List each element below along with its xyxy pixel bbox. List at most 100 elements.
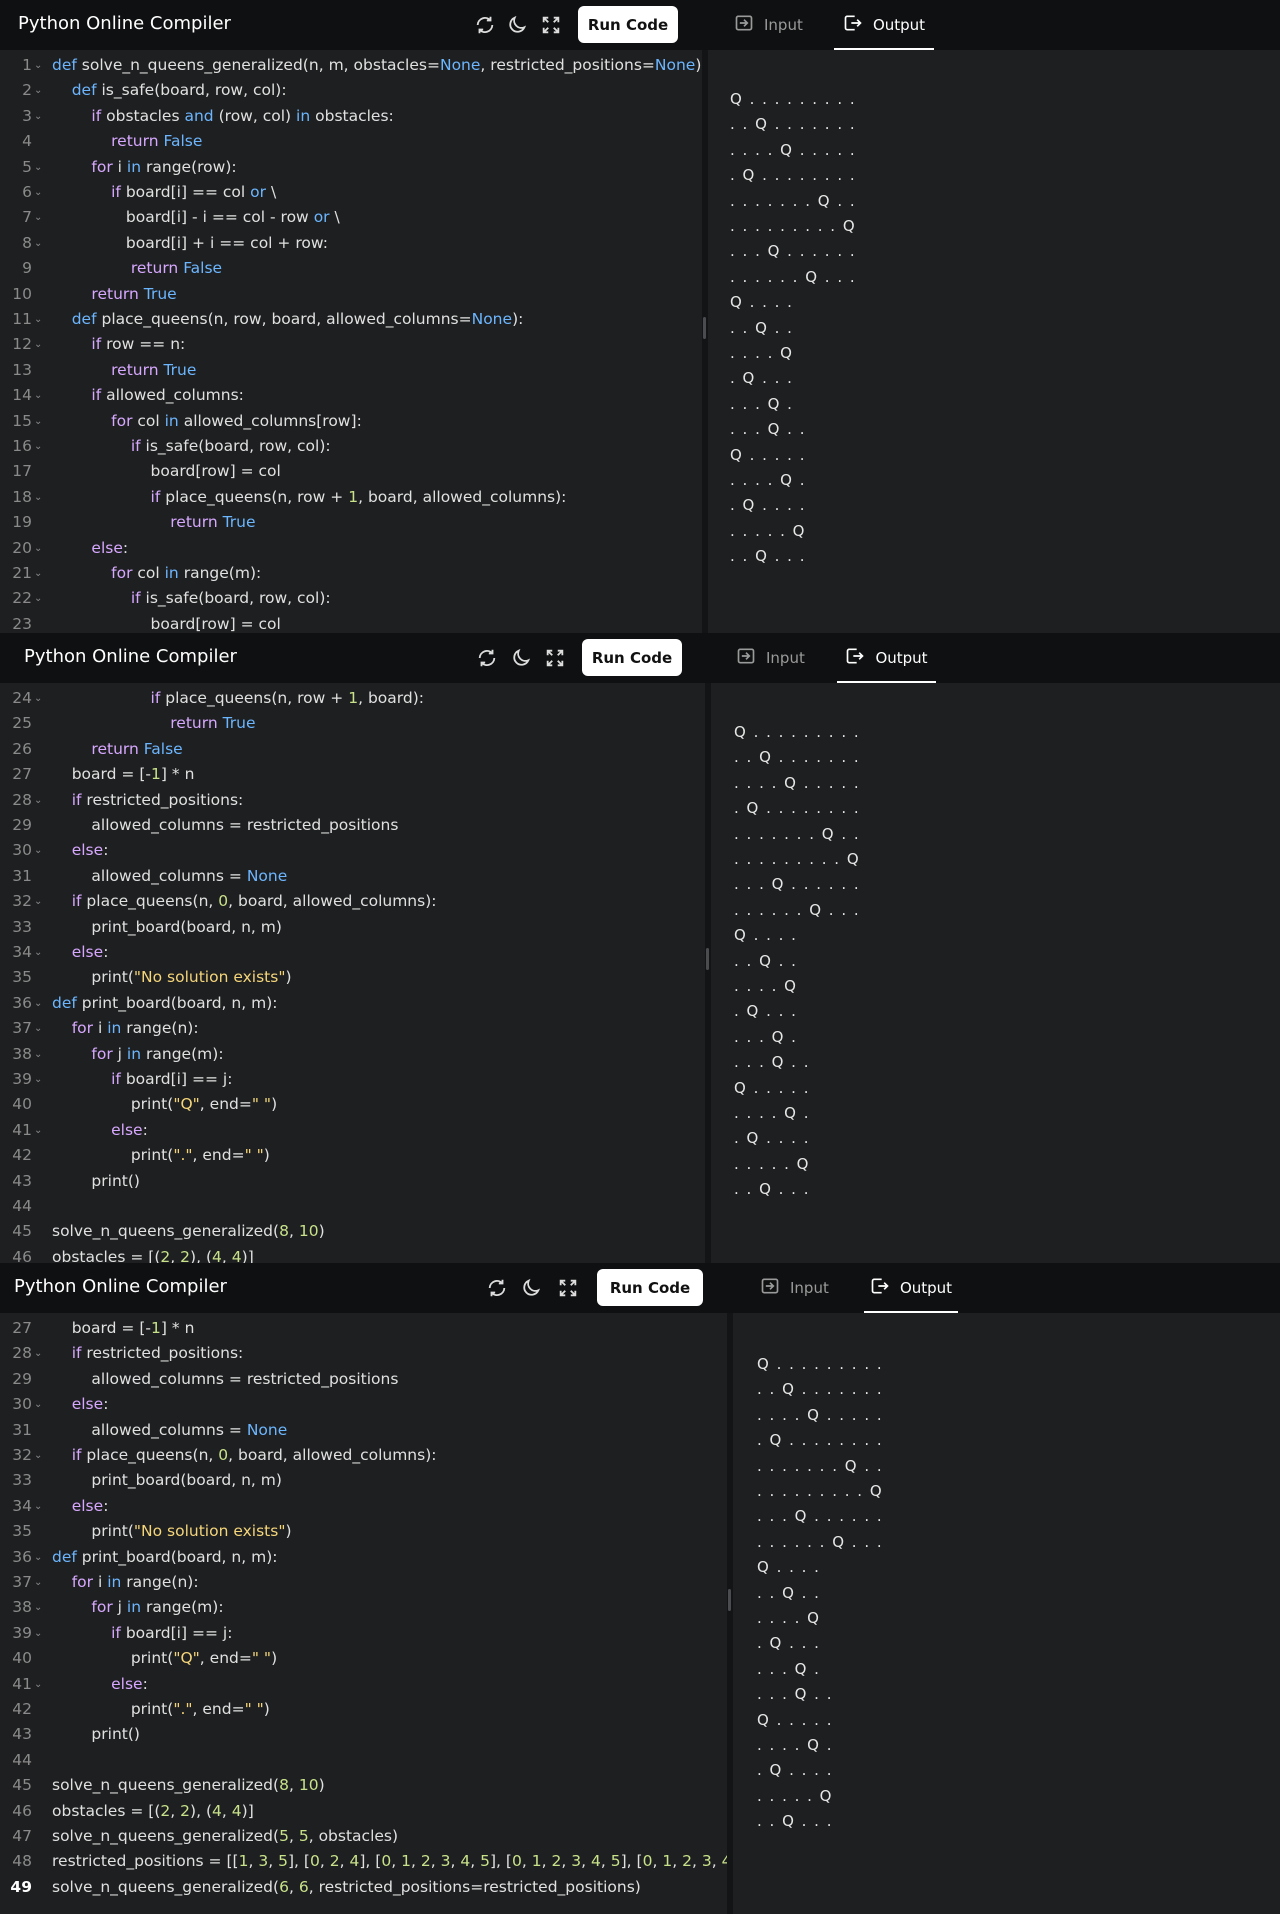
code-line: 31 allowed_columns = None — [0, 1418, 727, 1443]
fold-chevron-icon[interactable]: ⌄ — [34, 991, 42, 1016]
fold-chevron-icon[interactable]: ⌄ — [34, 1341, 42, 1366]
code-line: 34 ⌄ else: — [0, 1494, 727, 1519]
fold-chevron-icon[interactable]: ⌄ — [34, 53, 42, 78]
fullscreen-icon[interactable] — [540, 14, 562, 36]
tab-output[interactable]: Output — [837, 633, 936, 683]
tab-output-label: Output — [875, 649, 928, 667]
fold-chevron-icon[interactable]: ⌄ — [34, 1545, 42, 1570]
code-line: 29 allowed_columns = restricted_position… — [0, 1367, 727, 1392]
code-line: 42 print(".", end=" ") — [0, 1143, 705, 1168]
line-number: 34 — [12, 943, 32, 961]
fold-chevron-icon[interactable]: ⌄ — [34, 78, 42, 103]
output-line: Q . . . . — [730, 293, 794, 312]
fold-chevron-icon[interactable]: ⌄ — [34, 536, 42, 561]
line-number: 43 — [12, 1171, 32, 1190]
run-code-button[interactable]: Run Code — [597, 1269, 703, 1306]
fold-chevron-icon[interactable]: ⌄ — [34, 485, 42, 510]
tab-input[interactable]: Input — [760, 1263, 829, 1313]
fold-chevron-icon[interactable]: ⌄ — [34, 586, 42, 611]
fold-chevron-icon[interactable]: ⌄ — [34, 180, 42, 205]
code-text: return False — [130, 259, 223, 278]
fold-chevron-icon[interactable]: ⌄ — [34, 686, 42, 711]
tab-input[interactable]: Input — [734, 0, 803, 50]
input-icon — [760, 1276, 780, 1300]
tab-input[interactable]: Input — [736, 633, 805, 683]
code-editor[interactable]: 27 board = [-1] * n 28 ⌄ if restricted_pos… — [0, 1313, 727, 1914]
code-text: allowed_columns = restricted_positions — [91, 1369, 399, 1388]
output-line: Q . . . . . — [757, 1710, 833, 1729]
moon-icon[interactable] — [520, 1277, 542, 1299]
fold-chevron-icon[interactable]: ⌄ — [34, 434, 42, 459]
code-line: 14 ⌄ if allowed_columns: — [0, 383, 702, 408]
code-line: 25 return True — [0, 711, 705, 736]
refresh-icon[interactable] — [476, 647, 498, 669]
fold-chevron-icon[interactable]: ⌄ — [34, 1621, 42, 1646]
fold-chevron-icon[interactable]: ⌄ — [34, 1067, 42, 1092]
fold-chevron-icon[interactable]: ⌄ — [34, 1595, 42, 1620]
fold-chevron-icon[interactable]: ⌄ — [34, 155, 42, 180]
fold-chevron-icon[interactable]: ⌄ — [34, 104, 42, 129]
moon-icon[interactable] — [510, 647, 532, 669]
fold-chevron-icon[interactable]: ⌄ — [34, 1392, 42, 1417]
fold-chevron-icon[interactable]: ⌄ — [34, 231, 42, 256]
fold-chevron-icon[interactable]: ⌄ — [34, 205, 42, 230]
fold-chevron-icon[interactable]: ⌄ — [34, 788, 42, 813]
code-text: allowed_columns = restricted_positions — [91, 816, 399, 834]
line-number: 31 — [12, 866, 32, 885]
output-icon — [845, 646, 865, 670]
fold-chevron-icon[interactable]: ⌄ — [34, 940, 42, 965]
input-icon — [736, 646, 756, 670]
code-text: solve_n_queens_generalized(5, 5, obstacl… — [52, 1827, 399, 1845]
code-line: 5 ⌄ for i in range(row): — [0, 155, 702, 180]
fullscreen-icon[interactable] — [544, 647, 566, 669]
tab-output[interactable]: Output — [864, 1263, 958, 1313]
fold-chevron-icon[interactable]: ⌄ — [34, 1042, 42, 1067]
output-line: . . . . . . . Q . . — [757, 1456, 884, 1475]
fold-chevron-icon[interactable]: ⌄ — [34, 383, 42, 408]
output-line: . . Q . . . . . . . — [757, 1380, 884, 1399]
fold-chevron-icon[interactable]: ⌄ — [34, 307, 42, 332]
output-line: . . . . . . Q . . . — [757, 1532, 884, 1551]
output-line: Q . . . . . — [730, 445, 806, 464]
drag-handle[interactable] — [728, 1589, 731, 1611]
fold-chevron-icon[interactable]: ⌄ — [34, 1570, 42, 1595]
run-code-button[interactable]: Run Code — [582, 639, 682, 676]
output-line: . . . . Q — [734, 977, 798, 995]
fold-chevron-icon[interactable]: ⌄ — [34, 561, 42, 586]
output-line: . . . . Q . — [734, 1104, 810, 1122]
drag-handle[interactable] — [703, 317, 706, 339]
line-number: 44 — [12, 1197, 32, 1215]
fold-chevron-icon[interactable]: ⌄ — [34, 1494, 42, 1519]
moon-icon[interactable] — [506, 14, 528, 36]
output-icon — [843, 13, 863, 37]
code-text: print("No solution exists") — [91, 968, 292, 987]
code-line: 7 ⌄ board[i] - i == col - row or \ — [0, 205, 702, 230]
fullscreen-icon[interactable] — [557, 1277, 579, 1299]
code-editor[interactable]: 24 ⌄ if place_queens(n, row + 1, board): 2… — [0, 683, 705, 1263]
output-line: . . . . Q . — [757, 1736, 833, 1754]
line-number: 49 — [10, 1877, 32, 1896]
code-editor[interactable]: 1 ⌄ def solve_n_queens_generalized(n, m, o… — [0, 50, 702, 633]
fold-chevron-icon[interactable]: ⌄ — [34, 332, 42, 357]
fold-chevron-icon[interactable]: ⌄ — [34, 889, 42, 914]
top-bar: Python Online Compiler Run Code Input Outpu… — [0, 1263, 1280, 1313]
fold-chevron-icon[interactable]: ⌄ — [34, 1443, 42, 1468]
fold-chevron-icon[interactable]: ⌄ — [34, 1016, 42, 1041]
fold-chevron-icon[interactable]: ⌄ — [34, 1672, 42, 1697]
line-number: 29 — [12, 816, 32, 834]
output-line: Q . . . . — [757, 1558, 821, 1577]
code-line: 3 ⌄ if obstacles and (row, col) in obstac… — [0, 104, 702, 129]
drag-handle[interactable] — [706, 948, 709, 970]
code-text: for i in range(row): — [91, 157, 237, 176]
line-number: 6 — [22, 183, 32, 201]
line-number: 43 — [12, 1725, 32, 1744]
code-text: print_board(board, n, m) — [91, 917, 282, 936]
fold-chevron-icon[interactable]: ⌄ — [34, 409, 42, 434]
refresh-icon[interactable] — [474, 14, 496, 36]
tab-output[interactable]: Output — [834, 0, 934, 50]
fold-chevron-icon[interactable]: ⌄ — [34, 1118, 42, 1143]
output-line: . . Q . . — [757, 1583, 821, 1602]
fold-chevron-icon[interactable]: ⌄ — [34, 838, 42, 863]
run-code-button[interactable]: Run Code — [578, 6, 678, 43]
refresh-icon[interactable] — [486, 1277, 508, 1299]
